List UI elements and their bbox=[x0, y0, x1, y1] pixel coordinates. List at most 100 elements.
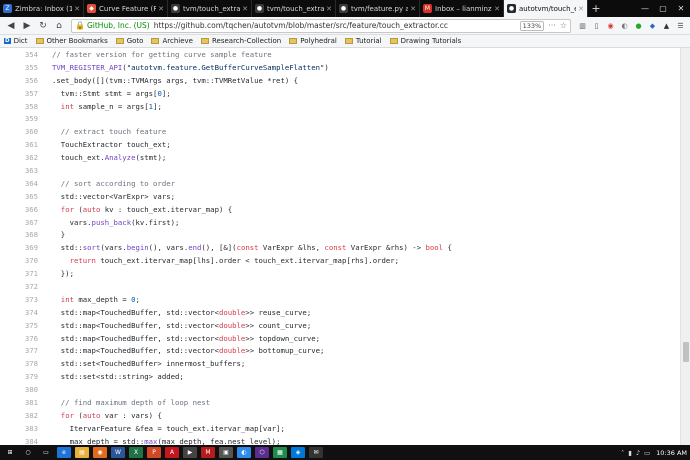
line-number[interactable]: 355 bbox=[0, 63, 52, 72]
home-icon[interactable]: ⌂ bbox=[51, 19, 67, 33]
line-number[interactable]: 382 bbox=[0, 411, 52, 420]
bookmark-1[interactable]: Other Bookmarks bbox=[35, 37, 108, 45]
line-number[interactable]: 358 bbox=[0, 102, 52, 111]
clock[interactable]: 10:36 AM bbox=[656, 449, 687, 457]
taskbar-app-icon[interactable]: X bbox=[129, 447, 143, 458]
bookmark-4[interactable]: Research-Collection bbox=[200, 37, 281, 45]
line-number[interactable]: 363 bbox=[0, 166, 52, 175]
line-number[interactable]: 357 bbox=[0, 89, 52, 98]
taskbar-app-icon[interactable]: M bbox=[201, 447, 215, 458]
line-number[interactable]: 372 bbox=[0, 282, 52, 291]
bookmark-0[interactable]: D Dict bbox=[4, 37, 28, 45]
bookmark-star-icon[interactable]: ☆ bbox=[560, 21, 567, 30]
line-number[interactable]: 373 bbox=[0, 295, 52, 304]
back-icon[interactable]: ◀ bbox=[3, 19, 19, 33]
url-text[interactable]: https://github.com/tqchen/autotvm/blob/m… bbox=[154, 21, 518, 30]
line-number[interactable]: 362 bbox=[0, 153, 52, 162]
line-number[interactable]: 384 bbox=[0, 437, 52, 445]
url-bar[interactable]: 🔒 GitHub, Inc. (US) https://github.com/t… bbox=[71, 18, 571, 33]
tab-close-icon[interactable]: ✕ bbox=[74, 5, 80, 13]
line-number[interactable]: 361 bbox=[0, 140, 52, 149]
line-number[interactable]: 366 bbox=[0, 205, 52, 214]
tab-4[interactable]: ●tvm/feature.py at ma✕ bbox=[336, 0, 420, 17]
taskbar-app-icon[interactable]: ○ bbox=[21, 447, 35, 458]
taskbar-app-icon[interactable]: ✉ bbox=[309, 447, 323, 458]
tab-2[interactable]: ●tvm/touch_extractor.✕ bbox=[168, 0, 252, 17]
line-number[interactable]: 360 bbox=[0, 127, 52, 136]
library-icon[interactable]: ▥ bbox=[576, 20, 589, 32]
taskbar-app-icon[interactable]: ▤ bbox=[75, 447, 89, 458]
forward-icon[interactable]: ▶ bbox=[19, 19, 35, 33]
tab-close-icon[interactable]: ✕ bbox=[578, 5, 584, 13]
line-number[interactable]: 379 bbox=[0, 372, 52, 381]
taskbar-app-icon[interactable]: ◉ bbox=[93, 447, 107, 458]
zoom-level[interactable]: 133% bbox=[519, 20, 545, 31]
extension-gray-icon[interactable]: ◐ bbox=[618, 20, 631, 32]
line-number[interactable]: 364 bbox=[0, 179, 52, 188]
line-number[interactable]: 356 bbox=[0, 76, 52, 85]
extension-green-icon[interactable]: ● bbox=[632, 20, 645, 32]
bookmark-7[interactable]: Drawing Tutorials bbox=[389, 37, 461, 45]
sidebar-icon[interactable]: ▯ bbox=[590, 20, 603, 32]
line-number[interactable]: 365 bbox=[0, 192, 52, 201]
tab-close-icon[interactable]: ✕ bbox=[494, 5, 500, 13]
bookmark-3[interactable]: Archieve bbox=[151, 37, 193, 45]
line-number[interactable]: 380 bbox=[0, 385, 52, 394]
new-tab-icon[interactable]: + bbox=[588, 0, 604, 17]
extension-blue-icon[interactable]: ◆ bbox=[646, 20, 659, 32]
line-number[interactable]: 377 bbox=[0, 346, 52, 355]
line-number[interactable]: 369 bbox=[0, 243, 52, 252]
taskbar-app-icon[interactable]: ▭ bbox=[39, 447, 53, 458]
taskbar-app-icon[interactable]: ▣ bbox=[219, 447, 233, 458]
tab-3[interactable]: ●tvm/touch_extractor.c✕ bbox=[252, 0, 336, 17]
scroll-thumb[interactable] bbox=[683, 342, 689, 362]
line-number[interactable]: 368 bbox=[0, 230, 52, 239]
line-number[interactable]: 376 bbox=[0, 334, 52, 343]
tab-close-icon[interactable]: ✕ bbox=[242, 5, 248, 13]
more-icon[interactable]: ··· bbox=[548, 21, 556, 30]
tab-5[interactable]: MInbox – lianminzheng✕ bbox=[420, 0, 504, 17]
taskbar-app-icon[interactable]: ▦ bbox=[273, 447, 287, 458]
tab-6[interactable]: ●autotvm/touch_extra✕ bbox=[504, 0, 588, 17]
line-number[interactable]: 367 bbox=[0, 218, 52, 227]
menu-icon[interactable]: ☰ bbox=[674, 20, 687, 32]
taskbar-app-icon[interactable]: ⬡ bbox=[255, 447, 269, 458]
minimize-icon[interactable]: — bbox=[636, 0, 654, 17]
close-window-icon[interactable]: ✕ bbox=[672, 0, 690, 17]
tab-1[interactable]: ◆Curve Feature (Relati✕ bbox=[84, 0, 168, 17]
volume-icon[interactable]: ♪ bbox=[636, 449, 640, 457]
extension-red-icon[interactable]: ◉ bbox=[604, 20, 617, 32]
network-icon[interactable]: ▮ bbox=[628, 449, 632, 457]
taskbar-app-icon[interactable]: A bbox=[165, 447, 179, 458]
line-number[interactable]: 371 bbox=[0, 269, 52, 278]
reload-icon[interactable]: ↻ bbox=[35, 19, 51, 33]
taskbar-app-icon[interactable]: e bbox=[57, 447, 71, 458]
tray-arrow-icon[interactable]: ˄ bbox=[621, 449, 624, 457]
line-number[interactable]: 374 bbox=[0, 308, 52, 317]
line-number[interactable]: 381 bbox=[0, 398, 52, 407]
tab-close-icon[interactable]: ✕ bbox=[326, 5, 332, 13]
taskbar-app-icon[interactable]: ◐ bbox=[237, 447, 251, 458]
tab-0[interactable]: Z Zimbra: Inbox (1) ✕ bbox=[0, 0, 84, 17]
lock-icon[interactable]: 🔒 bbox=[75, 21, 85, 30]
bookmark-6[interactable]: Tutorial bbox=[344, 37, 382, 45]
notification-icon[interactable]: ▭ bbox=[644, 449, 650, 457]
line-number[interactable]: 354 bbox=[0, 50, 52, 59]
site-identity[interactable]: GitHub, Inc. (US) bbox=[87, 21, 150, 30]
line-number[interactable]: 359 bbox=[0, 114, 52, 123]
tab-close-icon[interactable]: ✕ bbox=[158, 5, 164, 13]
taskbar-app-icon[interactable]: ⊞ bbox=[3, 447, 17, 458]
scrollbar[interactable] bbox=[680, 48, 690, 445]
taskbar-app-icon[interactable]: P bbox=[147, 447, 161, 458]
bookmark-5[interactable]: Polyhedral bbox=[289, 37, 337, 45]
extension-dark-icon[interactable]: ▲ bbox=[660, 20, 673, 32]
line-number[interactable]: 370 bbox=[0, 256, 52, 265]
line-number[interactable]: 375 bbox=[0, 321, 52, 330]
taskbar-app-icon[interactable]: W bbox=[111, 447, 125, 458]
taskbar-app-icon[interactable]: ▶ bbox=[183, 447, 197, 458]
tab-close-icon[interactable]: ✕ bbox=[410, 5, 416, 13]
line-number[interactable]: 383 bbox=[0, 424, 52, 433]
bookmark-2[interactable]: Goto bbox=[115, 37, 143, 45]
taskbar-app-icon[interactable]: ◈ bbox=[291, 447, 305, 458]
maximize-icon[interactable]: ▢ bbox=[654, 0, 672, 17]
